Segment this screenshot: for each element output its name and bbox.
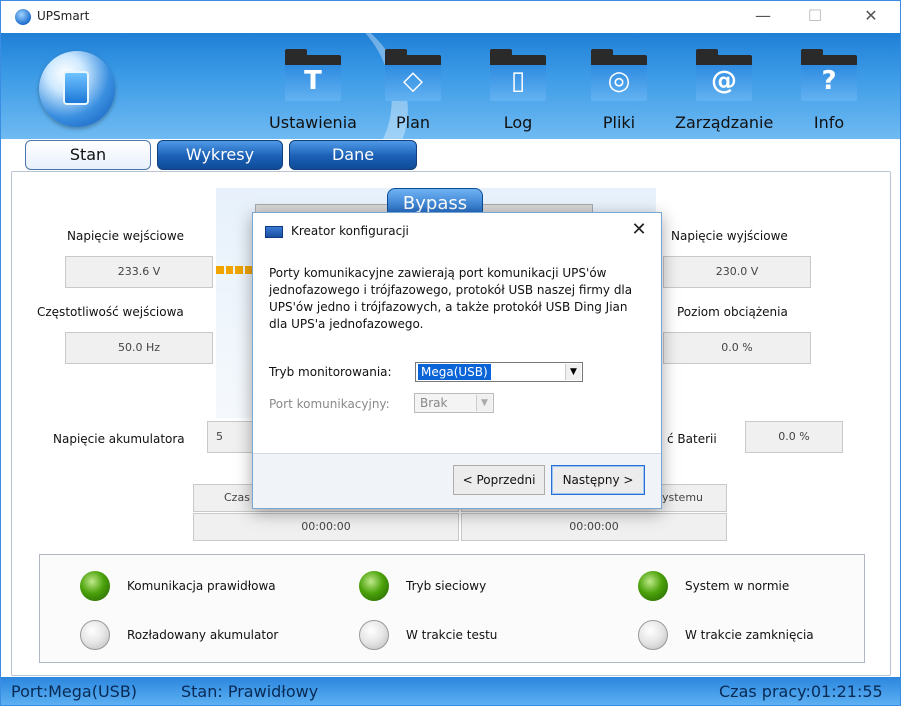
toolbar-label: Info [813,113,845,132]
upsmart-logo [39,51,115,127]
dialog-description: Porty komunikacyjne zawierają port komun… [269,266,633,331]
header-banner: T Ustawienia ◇ Plan ▯ Log ◎ Pliki @ Zarz… [1,33,900,139]
monitor-mode-select[interactable]: Mega(USB) ▼ [415,362,583,382]
toolbar-zarzadzanie[interactable]: @ Zarządzanie [675,49,773,137]
time-left-value: 00:00:00 [193,513,459,541]
input-level-leds [216,266,252,274]
document-icon: ▯ [490,49,546,103]
toolbar-ustawienia[interactable]: T Ustawienia [269,49,357,137]
statusbar-state: Stan: Prawidłowy [181,682,319,701]
maximize-button[interactable]: ☐ [793,1,837,33]
status-led-on [80,571,110,601]
dialog-close-button[interactable]: ✕ [627,219,651,240]
monitor-mode-label: Tryb monitorowania: [269,365,392,379]
output-voltage-value: 230.0 V [663,256,811,288]
battery-capacity-label: ć Baterii [667,432,717,446]
status-line-mode: Tryb sieciowy [406,579,487,593]
input-frequency-value: 50.0 Hz [65,332,213,364]
tab-wykresy[interactable]: Wykresy [157,140,283,170]
question-icon: ? [801,49,857,103]
output-voltage-label: Napięcie wyjściowe [671,229,788,243]
status-led-off [359,620,389,650]
disc-icon: ◎ [591,49,647,103]
dialog-title-bar: Kreator konfiguracji ✕ [253,213,661,251]
toolbar-label: Log [503,113,533,132]
status-led-on [359,571,389,601]
comm-port-label: Port komunikacyjny: [269,397,390,411]
next-button[interactable]: Następny > [551,465,645,495]
statusbar-port: Port:Mega(USB) [11,682,138,701]
status-led-on [638,571,668,601]
statusbar-uptime: Czas pracy:01:21:55 [719,682,883,701]
load-level-label: Poziom obciążenia [677,305,788,319]
load-level-value: 0.0 % [663,332,811,364]
status-system-normal: System w normie [685,579,790,593]
tab-dane[interactable]: Dane [289,140,417,170]
toolbar-label: Plan [395,113,431,132]
wizard-icon [265,226,283,238]
minimize-button[interactable]: — [741,1,785,33]
toolbar-log[interactable]: ▯ Log [483,49,553,137]
status-battery-discharged: Rozładowany akumulator [127,628,279,642]
logo-glyph [63,71,89,105]
monitor-mode-value: Mega(USB) [418,364,491,380]
input-voltage-label: Napięcie wejściowe [67,229,185,243]
toolbar-label: Pliki [602,113,636,132]
comm-port-value: Brak [420,396,448,410]
close-button[interactable]: ✕ [849,1,893,33]
toolbar-label: Zarządzanie [675,113,774,132]
title-bar: UPSmart — ☐ ✕ [1,1,900,33]
comm-port-select[interactable]: Brak ▼ [414,393,494,413]
at-icon: @ [696,49,752,103]
tab-stan[interactable]: Stan [25,140,151,170]
system-time-value: 00:00:00 [461,513,727,541]
battery-capacity-value: 0.0 % [745,421,843,453]
chevron-down-icon: ▼ [565,364,581,380]
toolbar-plan[interactable]: ◇ Plan [378,49,448,137]
window-title: UPSmart [37,9,90,23]
toolbar-pliki[interactable]: ◎ Pliki [584,49,654,137]
toolbar-info[interactable]: ? Info [794,49,864,137]
hammer-icon: T [285,49,341,103]
status-shutting-down: W trakcie zamknięcia [685,628,814,642]
toolbar-label: Ustawienia [269,113,357,132]
previous-button[interactable]: < Poprzedni [453,465,545,495]
chevron-down-icon: ▼ [476,395,492,411]
dialog-title: Kreator konfiguracji [291,224,409,238]
app-icon [15,9,31,25]
status-led-off [638,620,668,650]
input-frequency-label: Częstotliwość wejściowa [37,305,184,319]
status-indicators [39,554,865,663]
status-communication-ok: Komunikacja prawidłowa [127,579,276,593]
battery-voltage-label: Napięcie akumulatora [53,432,185,446]
input-voltage-value: 233.6 V [65,256,213,288]
status-bar: Port:Mega(USB) Stan: Prawidłowy Czas pra… [1,677,900,705]
status-testing: W trakcie testu [406,628,498,642]
config-wizard-dialog: Kreator konfiguracji ✕ Porty komunikacyj… [252,212,662,509]
app-window: UPSmart — ☐ ✕ T Ustawienia ◇ Plan ▯ Log … [0,0,901,706]
status-led-off [80,620,110,650]
eraser-icon: ◇ [385,49,441,103]
